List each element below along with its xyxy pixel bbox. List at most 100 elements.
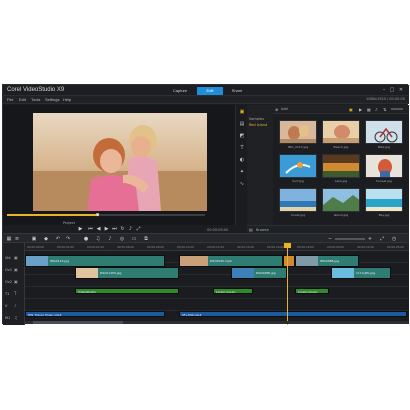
volume-icon[interactable]: ♪ xyxy=(127,226,134,233)
add-label[interactable]: Add xyxy=(281,107,288,111)
library-bottom-bar: ▤ Browse xyxy=(247,225,409,233)
scrub-handle-icon[interactable]: ▼ xyxy=(96,212,102,218)
graphic-icon[interactable]: ◐ xyxy=(239,157,245,163)
menu-tools[interactable]: Tools xyxy=(31,97,40,102)
library-grid: IMG_0113.jpg Beach.jpg Bike.jpg Surf.jpg… xyxy=(273,114,409,225)
overlay-clip[interactable]: DSC0088.jpg xyxy=(231,267,287,279)
instant-project-icon[interactable]: ▤ xyxy=(239,121,245,127)
home-icon[interactable]: ⏮ xyxy=(87,226,94,233)
close-icon[interactable]: ✕ xyxy=(398,87,404,93)
title-clip[interactable]: VideoStudio xyxy=(75,288,179,294)
thumb-caption: Surf.jpg xyxy=(292,179,304,183)
add-folder-icon[interactable]: ⊕ xyxy=(275,107,278,112)
timeline-scroll-thumb[interactable] xyxy=(33,321,123,324)
title-clip[interactable]: Lorem ipsum xyxy=(213,288,253,294)
transition-icon[interactable]: ◩ xyxy=(239,133,245,139)
path-icon[interactable]: ∿ xyxy=(239,181,245,187)
browse-icon[interactable]: ▤ xyxy=(249,227,253,232)
library-thumb[interactable] xyxy=(322,154,360,178)
motion-tracking-icon[interactable]: ◎ xyxy=(119,236,125,242)
import-icon[interactable]: ▣ xyxy=(349,107,353,112)
project-duration-icon: ◷ xyxy=(391,236,397,242)
sort-icon[interactable]: ⇅ xyxy=(383,107,386,112)
audio-filter-icon[interactable]: ♪ xyxy=(375,107,378,112)
minimize-icon[interactable]: – xyxy=(381,87,387,93)
storyboard-view-icon[interactable]: ▦ xyxy=(6,236,12,242)
fullscreen-icon[interactable]: ⤢ xyxy=(135,226,142,233)
voice-track-icon[interactable]: ♪ xyxy=(14,303,17,308)
library-thumb[interactable] xyxy=(322,120,360,144)
track-label-overlay1: Ov1 xyxy=(5,268,13,272)
undo-icon[interactable]: ↶ xyxy=(55,236,61,242)
transition-clip[interactable] xyxy=(283,255,295,267)
clip-name: IMG0088.jpg xyxy=(320,259,340,263)
fit-project-icon[interactable]: ⤢ xyxy=(379,236,385,242)
zoom-in-icon[interactable]: + xyxy=(367,236,373,242)
voice-track-lane[interactable] xyxy=(25,299,409,311)
audio-clip[interactable]: HW_Travel_Music.mp3 xyxy=(25,311,165,317)
maximize-icon[interactable]: □ xyxy=(389,87,395,93)
video-clip[interactable]: DSC0045.mp4 xyxy=(179,255,283,267)
browse-label[interactable]: Browse xyxy=(256,228,269,232)
library-thumb[interactable] xyxy=(279,120,317,144)
overlay-clip[interactable]: DSC01205.jpg xyxy=(75,267,179,279)
library-thumb[interactable] xyxy=(279,154,317,178)
end-icon[interactable]: ⏭ xyxy=(111,226,118,233)
menu-settings[interactable]: Settings xyxy=(45,97,59,102)
title-track-icon[interactable]: T xyxy=(14,291,16,296)
zoom-out-icon[interactable]: − xyxy=(327,236,333,242)
folder-samples[interactable]: Samples xyxy=(249,117,264,121)
previous-frame-icon[interactable]: ◀ xyxy=(95,226,102,233)
media-icon[interactable]: ▣ xyxy=(239,109,245,115)
project-mode-label[interactable]: Project xyxy=(63,221,75,225)
mixer-icon[interactable]: ♫ xyxy=(95,236,101,242)
timeline-playhead[interactable] xyxy=(287,245,288,325)
thumb-size-slider[interactable] xyxy=(391,108,403,110)
video-clip[interactable]: IMG0088.jpg xyxy=(295,255,359,267)
timeline-ruler[interactable]: 00:00:00:00 00:00:02:00 00:00:04:00 00:0… xyxy=(25,243,409,251)
music-track-icon[interactable]: ♫ xyxy=(14,315,18,320)
clip-name: DSC0088.jpg xyxy=(256,271,276,275)
library-thumb[interactable] xyxy=(365,188,403,212)
next-frame-icon[interactable]: ▶ xyxy=(103,226,110,233)
redo-icon[interactable]: ↷ xyxy=(65,236,71,242)
library-thumb[interactable] xyxy=(279,188,317,212)
menu-file[interactable]: File xyxy=(7,97,13,102)
menu-edit[interactable]: Edit xyxy=(19,97,26,102)
preview-video[interactable] xyxy=(33,113,207,211)
overlay-track-icon[interactable]: ▣ xyxy=(14,279,18,284)
preview-image xyxy=(33,113,207,211)
tab-share[interactable]: Share xyxy=(223,87,251,95)
folder-red-island[interactable]: Red Island xyxy=(249,123,267,127)
timeline-view-icon[interactable]: ≡ xyxy=(14,236,20,242)
filter-icon[interactable]: ✦ xyxy=(239,169,245,175)
video-filter-icon[interactable]: ▶ xyxy=(359,107,362,112)
title-bar: Corel VideoStudio X9 Capture Edit Share … xyxy=(3,85,409,96)
library-thumb[interactable] xyxy=(365,120,403,144)
track-manager-icon[interactable]: ▣ xyxy=(31,236,37,242)
play-icon[interactable]: ▶ xyxy=(77,226,84,233)
record-capture-icon[interactable]: ● xyxy=(83,236,89,242)
overlay-clip[interactable]: 1114.JPG.jpg xyxy=(331,267,391,279)
audio-clip[interactable]: SF+MIX.mp3 xyxy=(179,311,407,317)
menu-help[interactable]: Help xyxy=(63,97,71,102)
photo-filter-icon[interactable]: ▦ xyxy=(367,107,371,112)
subtitle-editor-icon[interactable]: ▭ xyxy=(131,236,137,242)
title-icon[interactable]: T xyxy=(239,145,245,151)
video-track-icon[interactable]: ▣ xyxy=(14,255,18,260)
zoom-slider[interactable] xyxy=(335,238,365,240)
library-thumb[interactable] xyxy=(365,154,403,178)
timecode-display[interactable]: 00:00:05:00 xyxy=(207,228,228,232)
tab-edit[interactable]: Edit xyxy=(197,87,223,95)
overlay-track-icon[interactable]: ▣ xyxy=(14,267,18,272)
library-thumb[interactable] xyxy=(322,188,360,212)
chapter-icon[interactable]: ◆ xyxy=(43,236,49,242)
auto-music-icon[interactable]: ♪ xyxy=(107,236,113,242)
repeat-icon[interactable]: ↻ xyxy=(119,226,126,233)
tab-capture[interactable]: Capture xyxy=(163,87,197,95)
video-clip[interactable]: IMG0113.jpg xyxy=(25,255,165,267)
multi-camera-icon[interactable]: ⧉ xyxy=(143,236,149,242)
title-clip[interactable]: Lorem ipsum xyxy=(295,288,329,294)
clip-thumbnail xyxy=(332,268,354,278)
playhead-handle[interactable] xyxy=(284,243,291,248)
